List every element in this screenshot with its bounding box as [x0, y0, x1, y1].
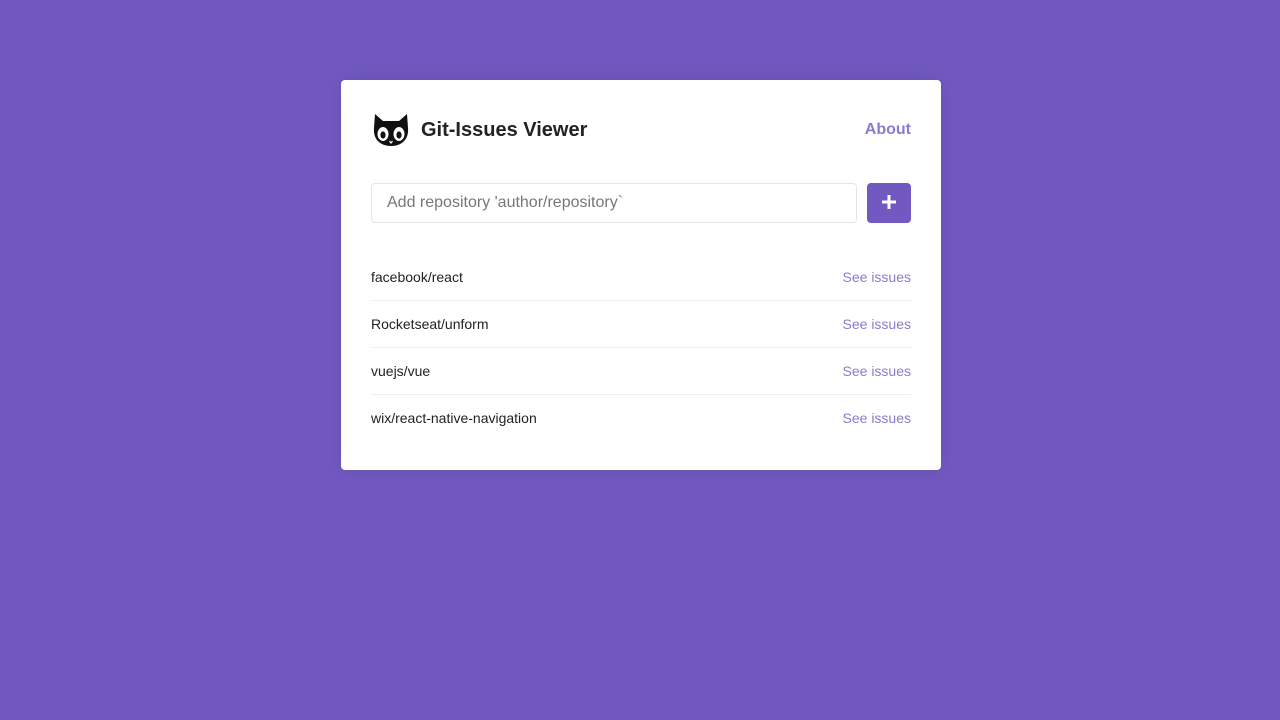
repository-name: Rocketseat/unform	[371, 316, 489, 332]
see-issues-link[interactable]: See issues	[843, 316, 911, 332]
main-card: Git-Issues Viewer About facebook/react S…	[341, 80, 941, 470]
octocat-icon	[371, 110, 411, 150]
about-link[interactable]: About	[865, 121, 911, 139]
see-issues-link[interactable]: See issues	[843, 410, 911, 426]
add-repository-form	[371, 183, 911, 223]
add-repository-button[interactable]	[867, 183, 911, 223]
plus-icon	[882, 194, 896, 212]
list-item: Rocketseat/unform See issues	[371, 300, 911, 347]
list-item: wix/react-native-navigation See issues	[371, 394, 911, 441]
brand: Git-Issues Viewer	[371, 110, 587, 150]
list-item: vuejs/vue See issues	[371, 347, 911, 394]
repository-name: wix/react-native-navigation	[371, 410, 537, 426]
repository-name: facebook/react	[371, 268, 463, 285]
repository-input[interactable]	[371, 183, 857, 223]
repository-list: facebook/react See issues Rocketseat/unf…	[371, 253, 911, 441]
repository-name: vuejs/vue	[371, 363, 431, 379]
see-issues-link[interactable]: See issues	[843, 363, 911, 379]
app-title: Git-Issues Viewer	[421, 118, 588, 141]
header: Git-Issues Viewer About	[371, 110, 911, 150]
list-item: facebook/react See issues	[371, 253, 911, 300]
see-issues-link[interactable]: See issues	[843, 269, 911, 285]
